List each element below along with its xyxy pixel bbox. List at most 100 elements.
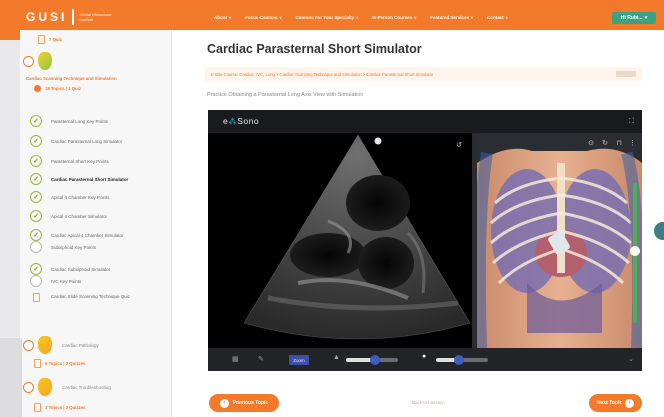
- camera-icon[interactable]: ⊙: [588, 139, 594, 147]
- course-sidebar: 7 Quiz Cardiac Scanning Technique and Si…: [20, 30, 172, 417]
- lesson-item[interactable]: IVC Key Points: [30, 275, 170, 287]
- back-to-lesson-link[interactable]: Back to Lesson: [412, 400, 443, 405]
- heart-icon: [38, 378, 52, 396]
- lesson-label: Parasternal Long Key Points: [51, 118, 109, 124]
- topic-status-circle: [23, 55, 34, 67]
- logo-text: GUSI: [26, 10, 68, 24]
- lesson-quiz[interactable]: Cardiac Slide Scanning Technique Quiz: [30, 292, 170, 302]
- logo-divider: [72, 9, 75, 25]
- nav-label: About: [214, 15, 227, 20]
- check-icon: ✓: [30, 229, 42, 241]
- lesson-label: IVC Key Points: [51, 278, 82, 284]
- check-icon: ✓: [30, 173, 42, 185]
- nav-about[interactable]: About ▾: [214, 15, 231, 20]
- refresh-icon[interactable]: ↻: [602, 139, 608, 147]
- fullscreen-icon[interactable]: ⛶: [629, 118, 634, 126]
- nav-specialty-courses[interactable]: Courses For Your Specialty ▾: [296, 15, 359, 20]
- check-icon: ✓: [30, 263, 42, 275]
- lesson-label: Apical 4 Chamber Key Points: [51, 194, 110, 200]
- user-name: Hi Rubi...: [620, 15, 643, 21]
- check-icon: ✓: [30, 191, 42, 203]
- topic-cardiac-troubleshooting[interactable]: Cardiac Troubleshooting: [23, 378, 111, 396]
- user-account-button[interactable]: Hi Rubi... ▾: [612, 12, 656, 24]
- ultrasound-simulator[interactable]: e⁂Sono ⛶ ↺ ⊙ ↻ ⊓ ⋮ ▦ ✎ Zoom ▲ ● ⌄: [208, 110, 642, 371]
- ultrasound-image: [243, 134, 471, 340]
- nav-label: Contact: [487, 15, 504, 20]
- quiz-icon: [34, 403, 41, 412]
- slider-knob[interactable]: [454, 355, 464, 365]
- nav-featured-services[interactable]: Featured Services ▾: [430, 15, 473, 20]
- quiz-icon: [32, 292, 40, 302]
- breadcrumb[interactable]: E-Bite Course: Cardiac, IVC, Lung > Card…: [205, 67, 642, 81]
- depth-slider[interactable]: [346, 355, 398, 365]
- lesson-label: Apical 4 Chamber Simulator: [51, 213, 108, 219]
- previous-topic-button[interactable]: ‹ Previous Topic: [209, 394, 279, 412]
- zoom-label: Zoom: [293, 357, 305, 363]
- refresh-icon[interactable]: ↺: [456, 141, 462, 149]
- nav-label: Courses For Your Specialty: [295, 15, 355, 20]
- check-icon: ✓: [30, 210, 42, 222]
- topic-meta: 6 Topics | 2 Quizzes: [34, 359, 86, 368]
- chevron-down-icon[interactable]: ⌄: [628, 355, 634, 363]
- lesson-item[interactable]: ✓ Apical 4 Chamber Simulator: [30, 210, 170, 222]
- zoom-button[interactable]: Zoom: [289, 355, 309, 365]
- nav-contact[interactable]: Contact ▾: [487, 15, 508, 20]
- lesson-label: Cardiac Slide Scanning Technique Quiz: [51, 294, 130, 299]
- status-badge: [616, 71, 636, 77]
- chevron-down-icon: ▾: [644, 15, 648, 21]
- anatomy-3d-view[interactable]: ⊙ ↻ ⊓ ⋮: [477, 133, 642, 348]
- logo-subtitle: Global Ultrasound Institute: [79, 12, 112, 22]
- anatomy-image: [477, 148, 642, 348]
- nav-label: In-Person Courses: [372, 15, 413, 20]
- lesson-item[interactable]: ✓ Cardiac Parasternal Short Simulator: [30, 173, 170, 185]
- brand-name: Sono: [237, 116, 260, 126]
- page-margin: [0, 338, 22, 417]
- gain-slider[interactable]: [436, 355, 488, 365]
- grid-icon[interactable]: ▦: [232, 355, 239, 363]
- chevron-down-icon: ▾: [279, 15, 282, 20]
- gain-icon: ●: [422, 353, 427, 360]
- next-topic-button[interactable]: Next Topic ›: [589, 394, 642, 412]
- previous-topic-meta: 7 Quiz: [38, 35, 62, 44]
- pen-icon[interactable]: ✎: [258, 355, 264, 363]
- lesson-item[interactable]: ✓ Apical 4 Chamber Key Points: [30, 191, 170, 203]
- simulator-toolbar: ▦ ✎ Zoom ▲ ● ⌄: [208, 348, 642, 371]
- topic-meta: 3 Topics | 2 Quizzes: [34, 403, 86, 412]
- lesson-label: Parasternal Short Key Points: [51, 158, 109, 164]
- nav-in-person-courses[interactable]: In-Person Courses ▾: [372, 15, 416, 20]
- lesson-item[interactable]: ✓ Parasternal Short Key Points: [30, 155, 170, 167]
- lesson-item[interactable]: Subxiphoid Key Points: [30, 241, 170, 253]
- ultrasound-view[interactable]: ↺: [208, 133, 472, 348]
- more-icon[interactable]: ⋮: [629, 139, 636, 147]
- lesson-subtitle: Practice Obtaining a Parasternal Long Ax…: [207, 92, 364, 98]
- arrow-right-icon: ›: [625, 398, 635, 408]
- slider-knob[interactable]: [370, 355, 380, 365]
- button-label: Previous Topic: [232, 400, 269, 406]
- lesson-label: Cardiac Parasternal Long Simulator: [51, 138, 123, 144]
- gusi-logo[interactable]: GUSI Global Ultrasound Institute: [26, 9, 123, 25]
- topic-status-circle: [23, 381, 34, 393]
- chevron-down-icon: ▾: [414, 15, 417, 20]
- nav-focus-courses[interactable]: Focus Courses ▾: [245, 15, 282, 20]
- check-icon: ✓: [30, 135, 42, 147]
- topic-cardiac-pathology[interactable]: Cardiac Pathology: [23, 336, 99, 354]
- check-icon: ✓: [30, 115, 42, 127]
- topic-title[interactable]: Cardiac Scanning Technique and Simulatio…: [26, 76, 117, 81]
- lesson-content: Cardiac Parasternal Short Simulator E-Bi…: [172, 30, 664, 417]
- lock-icon[interactable]: ⊓: [617, 139, 622, 147]
- lesson-item[interactable]: ✓ Cardiac Apical 4 Chamber Simulator: [30, 229, 170, 241]
- lesson-label: Cardiac Subxiphoid Simulator: [51, 266, 111, 272]
- check-icon: ✓: [30, 155, 42, 167]
- quiz-icon: [38, 35, 45, 44]
- lesson-navigation: ‹ Previous Topic Back to Lesson Next Top…: [205, 394, 642, 414]
- lesson-item[interactable]: ✓ Cardiac Subxiphoid Simulator: [30, 263, 170, 275]
- heart-icon: [38, 52, 52, 70]
- lesson-item[interactable]: ✓ Cardiac Parasternal Long Simulator: [30, 135, 170, 147]
- lesson-item[interactable]: ✓ Parasternal Long Key Points: [30, 115, 170, 127]
- topic-scanning-technique[interactable]: [23, 52, 52, 70]
- nav-label: Featured Services: [430, 15, 469, 20]
- breadcrumb-text: E-Bite Course: Cardiac, IVC, Lung > Card…: [211, 71, 434, 77]
- esono-logo: e⁂Sono: [223, 116, 259, 127]
- nav-label: Focus Courses: [245, 15, 278, 20]
- topic-title: Cardiac Pathology: [62, 342, 99, 348]
